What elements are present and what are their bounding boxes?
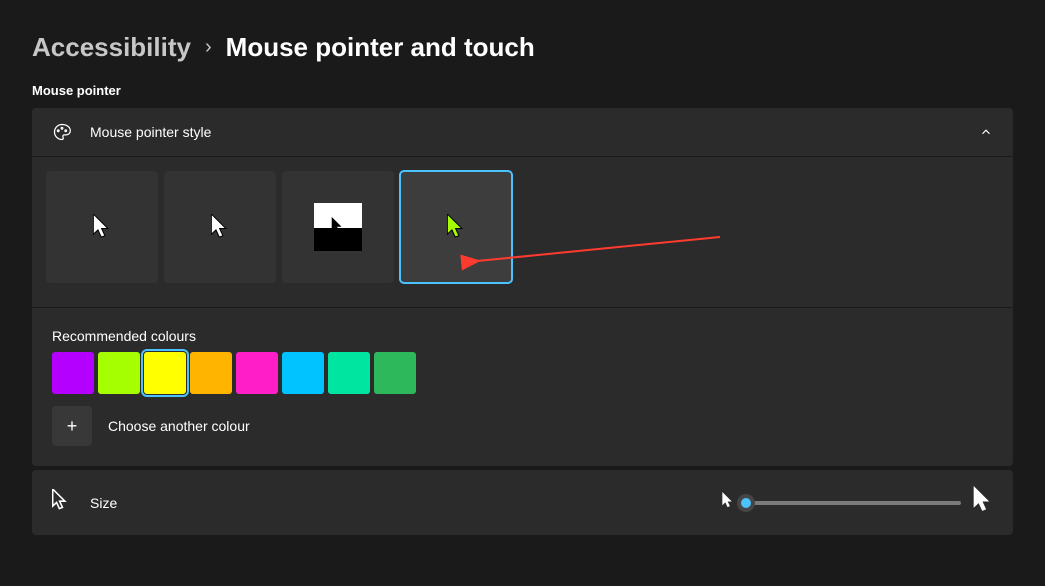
breadcrumb: Accessibility › Mouse pointer and touch xyxy=(32,32,1013,63)
colour-swatch-7[interactable] xyxy=(374,352,416,394)
section-label: Mouse pointer xyxy=(32,83,1013,98)
pointer-style-header[interactable]: Mouse pointer style xyxy=(32,108,1013,157)
cursor-small-icon xyxy=(722,492,734,514)
colour-swatch-6[interactable] xyxy=(328,352,370,394)
pointer-style-white[interactable] xyxy=(46,171,158,283)
pointer-style-title: Mouse pointer style xyxy=(90,124,979,140)
size-card: Size xyxy=(32,470,1013,535)
recommended-section: Recommended colours + Choose another col… xyxy=(32,308,1013,466)
pointer-style-body xyxy=(32,157,1013,308)
plus-icon: + xyxy=(67,416,78,437)
recommended-label: Recommended colours xyxy=(52,328,993,344)
colour-swatch-3[interactable] xyxy=(190,352,232,394)
cursor-large-icon xyxy=(973,486,993,519)
colour-swatch-4[interactable] xyxy=(236,352,278,394)
colour-swatch-1[interactable] xyxy=(98,352,140,394)
colour-swatch-2[interactable] xyxy=(144,352,186,394)
pointer-style-inverted[interactable] xyxy=(282,171,394,283)
pointer-style-black[interactable] xyxy=(164,171,276,283)
page-title: Mouse pointer and touch xyxy=(226,32,535,63)
size-slider[interactable] xyxy=(746,501,961,505)
chevron-up-icon xyxy=(979,125,993,139)
pointer-style-custom[interactable] xyxy=(400,171,512,283)
palette-icon xyxy=(52,122,72,142)
add-colour-button[interactable]: + xyxy=(52,406,92,446)
cursor-icon xyxy=(52,489,72,516)
pointer-style-card: Mouse pointer style xyxy=(32,108,1013,466)
slider-thumb[interactable] xyxy=(737,494,755,512)
choose-colour-label[interactable]: Choose another colour xyxy=(108,418,250,434)
chevron-right-icon: › xyxy=(205,36,212,59)
size-label: Size xyxy=(90,495,722,511)
colour-swatch-0[interactable] xyxy=(52,352,94,394)
colour-swatch-5[interactable] xyxy=(282,352,324,394)
breadcrumb-parent[interactable]: Accessibility xyxy=(32,32,191,63)
